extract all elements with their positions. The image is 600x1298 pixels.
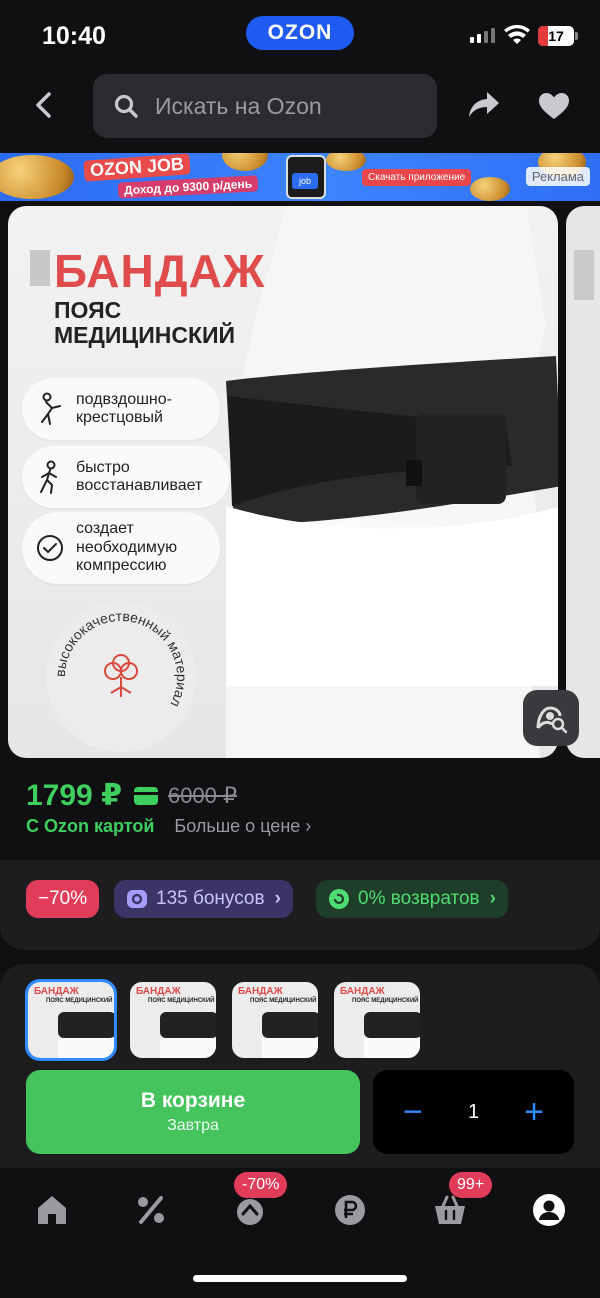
price-info: С Ozon картой Больше о цене ›	[26, 816, 311, 837]
cotton-flower-icon	[104, 654, 138, 697]
ad-banner[interactable]: OZON JOB Доход до 9300 р/день job Скачат…	[0, 153, 600, 201]
ozon-app-badge[interactable]: OZON	[246, 16, 354, 50]
product-title-graphic: БАНДАЖ	[54, 245, 266, 297]
thumbnail[interactable]: БАНДАЖ ПОЯС МЕДИЦИНСКИЙ	[130, 982, 216, 1058]
ozon-card-icon	[133, 786, 158, 805]
signal-icon	[470, 28, 495, 43]
quantity-value: 1	[467, 1100, 480, 1123]
home-icon	[38, 1196, 66, 1224]
quantity-stepper: − 1 +	[373, 1070, 574, 1154]
person-bending-icon	[30, 389, 70, 429]
nav-finance[interactable]	[330, 1190, 370, 1230]
product-subtitle-graphic: ПОЯС МЕДИЦИНСКИЙ	[54, 297, 236, 349]
chevron-right-icon: ›	[274, 888, 281, 909]
ad-label: Реклама	[525, 167, 590, 186]
feature-item: подвздошно-крестцовый	[22, 378, 220, 440]
minus-button[interactable]: −	[403, 1093, 423, 1132]
bonus-icon	[127, 890, 147, 908]
check-circle-icon	[30, 528, 70, 568]
thumbnail[interactable]: БАНДАЖ ПОЯС МЕДИЦИНСКИЙ	[25, 979, 117, 1061]
banner-income: Доход до 9300 р/день	[117, 175, 259, 199]
product-photo	[226, 206, 558, 758]
search-icon	[114, 94, 138, 118]
chevron-right-icon: ›	[489, 888, 496, 909]
nav-profile[interactable]	[529, 1190, 569, 1230]
sale-badge: -70%	[234, 1172, 288, 1198]
next-product-image[interactable]	[566, 206, 600, 758]
blur-mark	[30, 250, 50, 286]
old-price: 6000 ₽	[167, 782, 238, 808]
feature-item: создает необходимую компрессию	[22, 512, 220, 584]
plus-button[interactable]: +	[524, 1093, 544, 1132]
home-indicator[interactable]	[193, 1275, 407, 1282]
ruble-icon	[335, 1195, 365, 1225]
more-price-link[interactable]: Больше о цене ›	[174, 816, 311, 837]
nav-home[interactable]	[32, 1190, 72, 1230]
feature-item: быстро восстанавливает	[22, 446, 230, 508]
ozon-card-label: С Ozon картой	[26, 816, 155, 836]
search-placeholder: Искать на Ozon	[155, 92, 322, 119]
thumbnail[interactable]: БАНДАЖ ПОЯС МЕДИЦИНСКИЙ	[334, 982, 420, 1058]
status-bar: 10:40 OZON 17	[0, 0, 600, 70]
heart-icon[interactable]	[538, 92, 570, 120]
profile-icon	[533, 1194, 565, 1226]
battery-icon: 17	[538, 26, 578, 46]
quality-stamp: высококачественный материал	[46, 602, 196, 752]
delivery-label: Завтра	[167, 1117, 219, 1134]
banner-cta[interactable]: Скачать приложение	[362, 169, 472, 186]
return-icon	[329, 889, 349, 909]
current-price: 1799 ₽	[26, 779, 122, 812]
nav-sales[interactable]	[131, 1190, 171, 1230]
back-arrow-icon[interactable]	[30, 90, 60, 120]
bonus-chip[interactable]: 135 бонусов ›	[114, 880, 293, 918]
cart-button-label: В корзине	[140, 1089, 246, 1112]
phone-graphic: job	[286, 155, 326, 199]
in-cart-button[interactable]: В корзине Завтра	[26, 1070, 360, 1154]
product-image[interactable]: БАНДАЖ ПОЯС МЕДИЦИНСКИЙ подвздошно-крест…	[8, 206, 558, 758]
search-input[interactable]: Искать на Ozon	[93, 74, 437, 138]
thumbnail[interactable]: БАНДАЖ ПОЯС МЕДИЦИНСКИЙ	[232, 982, 318, 1058]
cart-count-badge: 99+	[449, 1172, 493, 1198]
person-walking-icon	[30, 457, 70, 497]
discount-badge: −70%	[26, 880, 100, 918]
chevron-right-icon: ›	[305, 816, 312, 836]
wifi-icon	[504, 24, 530, 44]
promo-chips: −70% 135 бонусов › 0% возвратов ›	[0, 860, 600, 950]
returns-chip[interactable]: 0% возвратов ›	[316, 880, 508, 918]
price-row: 1799 ₽ 6000 ₽	[26, 778, 237, 813]
share-icon[interactable]	[467, 89, 501, 121]
image-search-button[interactable]	[523, 690, 579, 746]
image-search-icon	[536, 706, 568, 734]
percent-icon	[138, 1196, 164, 1224]
fresh-icon	[237, 1199, 263, 1225]
basket-icon	[435, 1195, 465, 1224]
banner-brand: OZON JOB	[83, 153, 191, 182]
top-bar: Искать на Ozon	[0, 72, 600, 140]
clock: 10:40	[42, 22, 106, 50]
